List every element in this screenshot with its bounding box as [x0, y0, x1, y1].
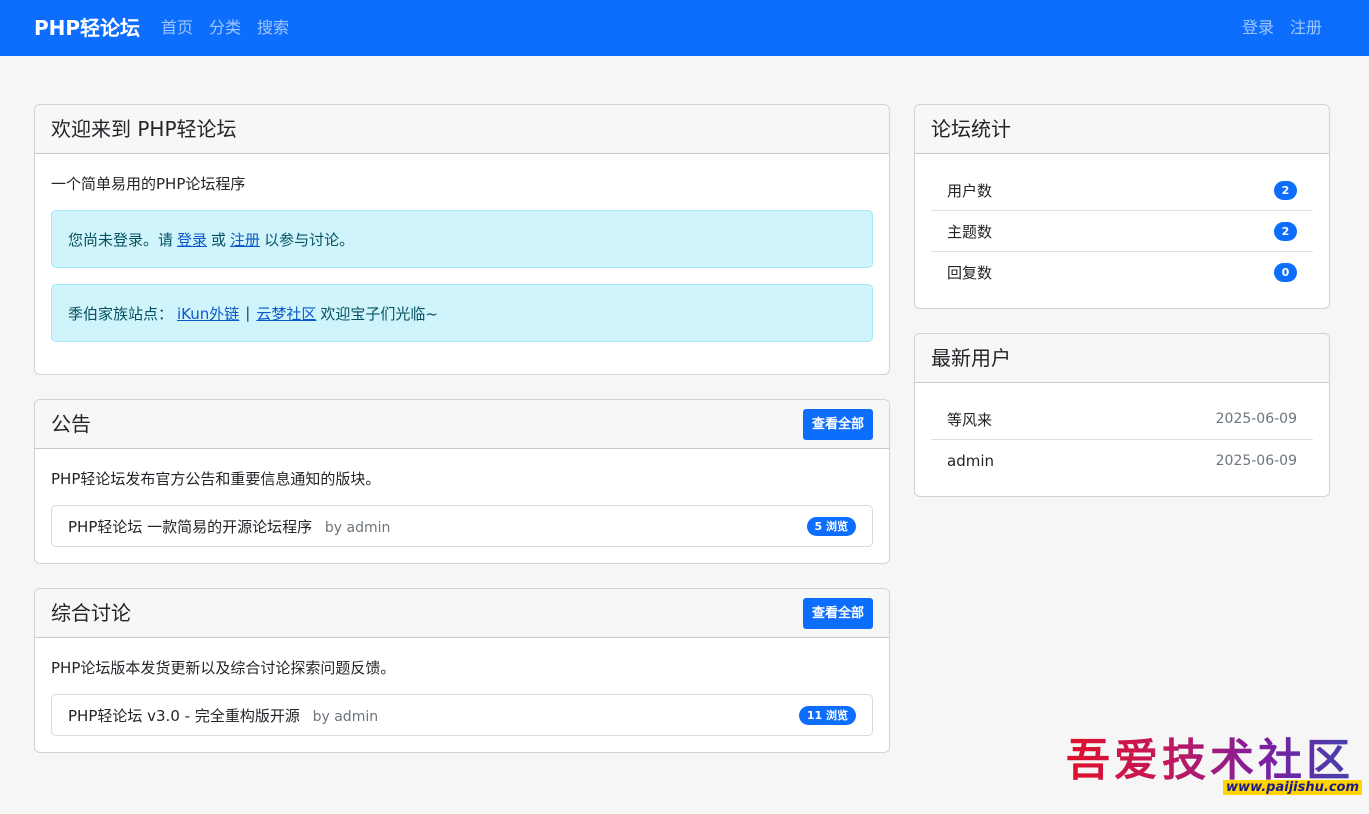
views-badge: 5 浏览 — [806, 516, 856, 536]
user-list-item: 等风来 2025-06-09 — [931, 399, 1313, 440]
welcome-title: 欢迎来到 PHP轻论坛 — [51, 117, 237, 141]
nav-register[interactable]: 注册 — [1290, 16, 1322, 40]
main-nav: 首页 分类 搜索 — [161, 16, 289, 40]
topic-info: PHP轻论坛 一款简易的开源论坛程序 by admin — [68, 516, 390, 537]
stat-users: 用户数 2 — [931, 170, 1313, 211]
stat-label: 主题数 — [947, 222, 993, 241]
topic-item[interactable]: PHP轻论坛 v3.0 - 完全重构版开源 by admin 11 浏览 — [51, 694, 873, 736]
user-join-date: 2025-06-09 — [1215, 411, 1297, 427]
stat-label: 用户数 — [947, 181, 993, 200]
user-join-date: 2025-06-09 — [1215, 452, 1297, 469]
stat-topics: 主题数 2 — [931, 211, 1313, 252]
topic-author: by admin — [324, 519, 391, 536]
family-sites-alert: 季伯家族站点： iKun外链 | 云梦社区 欢迎宝子们光临~ — [51, 284, 873, 342]
views-badge: 11 浏览 — [798, 705, 856, 725]
nav-login[interactable]: 登录 — [1242, 16, 1274, 40]
alert-text-or: 或 — [211, 230, 227, 249]
stat-count-badge: 2 — [1274, 180, 1297, 200]
announcement-view-all-button[interactable]: 查看全部 — [802, 408, 873, 440]
nav-categories[interactable]: 分类 — [209, 16, 241, 40]
topic-author: by admin — [312, 708, 379, 725]
discussion-card-body: PHP论坛版本发货更新以及综合讨论探索问题反馈。 PHP轻论坛 v3.0 - 完… — [35, 638, 889, 752]
newest-users-title: 最新用户 — [931, 346, 1011, 370]
login-alert: 您尚未登录。请 登录 或 注册 以参与讨论。 — [51, 210, 873, 268]
ikun-link[interactable]: iKun外链 — [177, 303, 239, 324]
newest-users-card: 最新用户 等风来 2025-06-09 admin 2025-06-09 — [914, 333, 1330, 497]
welcome-desc: 一个简单易用的PHP论坛程序 — [51, 175, 246, 193]
announcement-card-body: PHP轻论坛发布官方公告和重要信息通知的版块。 PHP轻论坛 一款简易的开源论坛… — [35, 449, 889, 563]
stat-count-badge: 2 — [1274, 221, 1297, 241]
brand-logo[interactable]: PHP轻论坛 — [34, 14, 140, 42]
site-watermark: 吾爱技术社区 www.paijishu.com — [1066, 736, 1366, 802]
stat-label: 回复数 — [947, 264, 993, 282]
stats-card-header: 论坛统计 — [915, 105, 1329, 154]
auth-nav: 登录 注册 — [1242, 16, 1322, 40]
newest-users-card-header: 最新用户 — [915, 334, 1329, 383]
user-list-item: admin 2025-06-09 — [931, 440, 1313, 481]
family-sites-label: 季伯家族站点： — [68, 304, 174, 323]
discussion-desc: PHP论坛版本发货更新以及综合讨论探索问题反馈。 — [51, 659, 396, 677]
topic-title-link[interactable]: PHP轻论坛 v3.0 - 完全重构版开源 — [68, 707, 300, 725]
welcome-card: 欢迎来到 PHP轻论坛 一个简单易用的PHP论坛程序 您尚未登录。请 登录 或 … — [34, 104, 890, 375]
yunmeng-link[interactable]: 云梦社区 — [256, 303, 316, 324]
nav-home[interactable]: 首页 — [161, 16, 193, 40]
topic-info: PHP轻论坛 v3.0 - 完全重构版开源 by admin — [68, 705, 378, 726]
welcome-card-body: 一个简单易用的PHP论坛程序 您尚未登录。请 登录 或 注册 以参与讨论。 季伯… — [35, 154, 889, 374]
watermark-url: www.paijishu.com — [1223, 780, 1362, 795]
stat-replies: 回复数 0 — [931, 252, 1313, 293]
alert-text-post: 以参与讨论。 — [264, 230, 355, 249]
welcome-card-header: 欢迎来到 PHP轻论坛 — [35, 105, 889, 154]
announcement-desc: PHP轻论坛发布官方公告和重要信息通知的版块。 — [51, 470, 381, 488]
announcement-card: 公告 查看全部 PHP轻论坛发布官方公告和重要信息通知的版块。 PHP轻论坛 一… — [34, 399, 890, 564]
user-name-link[interactable]: admin — [947, 452, 994, 470]
topic-item[interactable]: PHP轻论坛 一款简易的开源论坛程序 by admin 5 浏览 — [51, 505, 873, 547]
announcement-title: 公告 — [51, 412, 91, 436]
alert-text-pre: 您尚未登录。请 — [68, 230, 174, 249]
discussion-card-header: 综合讨论 查看全部 — [35, 589, 889, 638]
nav-search[interactable]: 搜索 — [257, 16, 289, 40]
stats-card: 论坛统计 用户数 2 主题数 2 回复数 0 — [914, 104, 1330, 309]
top-navbar: PHP轻论坛 首页 分类 搜索 登录 注册 — [0, 0, 1369, 56]
stats-title: 论坛统计 — [931, 117, 1011, 141]
discussion-title: 综合讨论 — [51, 601, 131, 625]
discussion-card: 综合讨论 查看全部 PHP论坛版本发货更新以及综合讨论探索问题反馈。 PHP轻论… — [34, 588, 890, 753]
discussion-view-all-button[interactable]: 查看全部 — [802, 597, 873, 629]
alert-register-link[interactable]: 注册 — [230, 229, 260, 250]
watermark-text: 吾爱技术社区 — [1066, 736, 1366, 786]
alert-login-link[interactable]: 登录 — [177, 229, 207, 250]
stats-card-body: 用户数 2 主题数 2 回复数 0 — [915, 154, 1329, 305]
user-name-link[interactable]: 等风来 — [947, 409, 992, 430]
link-separator: | — [245, 304, 251, 322]
topic-title-link[interactable]: PHP轻论坛 一款简易的开源论坛程序 — [68, 518, 312, 536]
stat-count-badge: 0 — [1274, 263, 1297, 282]
newest-users-card-body: 等风来 2025-06-09 admin 2025-06-09 — [915, 383, 1329, 493]
family-sites-welcome: 欢迎宝子们光临~ — [320, 304, 438, 323]
announcement-card-header: 公告 查看全部 — [35, 400, 889, 449]
